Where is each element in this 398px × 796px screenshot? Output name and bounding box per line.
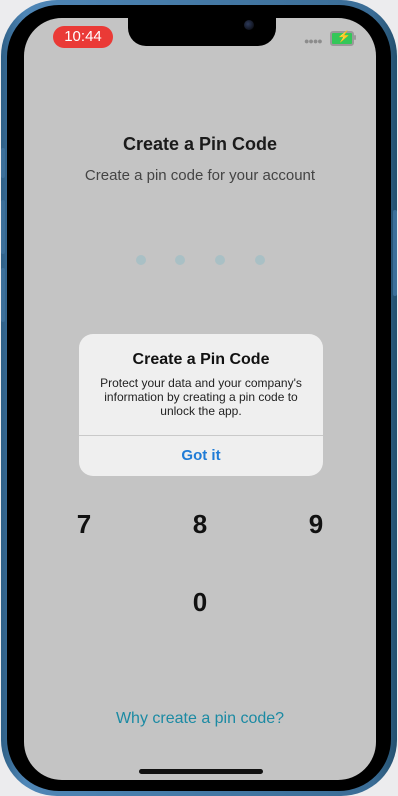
home-indicator[interactable] bbox=[139, 769, 263, 774]
keypad-key-8[interactable]: 8 bbox=[180, 509, 220, 539]
keypad-key-0[interactable]: 0 bbox=[180, 587, 220, 617]
front-camera-icon bbox=[244, 20, 254, 30]
page-title: Create a Pin Code bbox=[122, 134, 278, 154]
alert-dialog: Create a Pin Code Protect your data and … bbox=[79, 334, 323, 476]
phone-frame: 10:44 ●●●● ⚡ Create a Pin Code Create a … bbox=[1, 0, 397, 796]
battery-charging-icon: ⚡ bbox=[330, 31, 354, 46]
cellular-dots-icon: ●●●● bbox=[304, 36, 323, 46]
page-subtitle: Create a pin code for your account bbox=[84, 167, 316, 184]
pin-dot-2 bbox=[175, 255, 185, 265]
alert-title: Create a Pin Code bbox=[132, 351, 270, 368]
mute-switch bbox=[1, 148, 5, 178]
got-it-button[interactable]: Got it bbox=[79, 436, 323, 476]
why-pin-link[interactable]: Why create a pin code? bbox=[24, 710, 376, 728]
volume-down-button bbox=[1, 268, 5, 322]
notch bbox=[128, 18, 276, 46]
keypad-key-9[interactable]: 9 bbox=[296, 509, 336, 539]
pin-dot-4 bbox=[255, 255, 265, 265]
pin-dot-3 bbox=[215, 255, 225, 265]
volume-up-button bbox=[1, 200, 5, 254]
battery-tip bbox=[354, 35, 356, 40]
keypad-key-7[interactable]: 7 bbox=[64, 509, 104, 539]
alert-message: Protect your data and your company's inf… bbox=[100, 376, 302, 418]
pin-dot-1 bbox=[136, 255, 146, 265]
status-time: 10:44 bbox=[53, 26, 113, 48]
power-button bbox=[393, 210, 397, 296]
screen: 10:44 ●●●● ⚡ Create a Pin Code Create a … bbox=[24, 18, 376, 780]
